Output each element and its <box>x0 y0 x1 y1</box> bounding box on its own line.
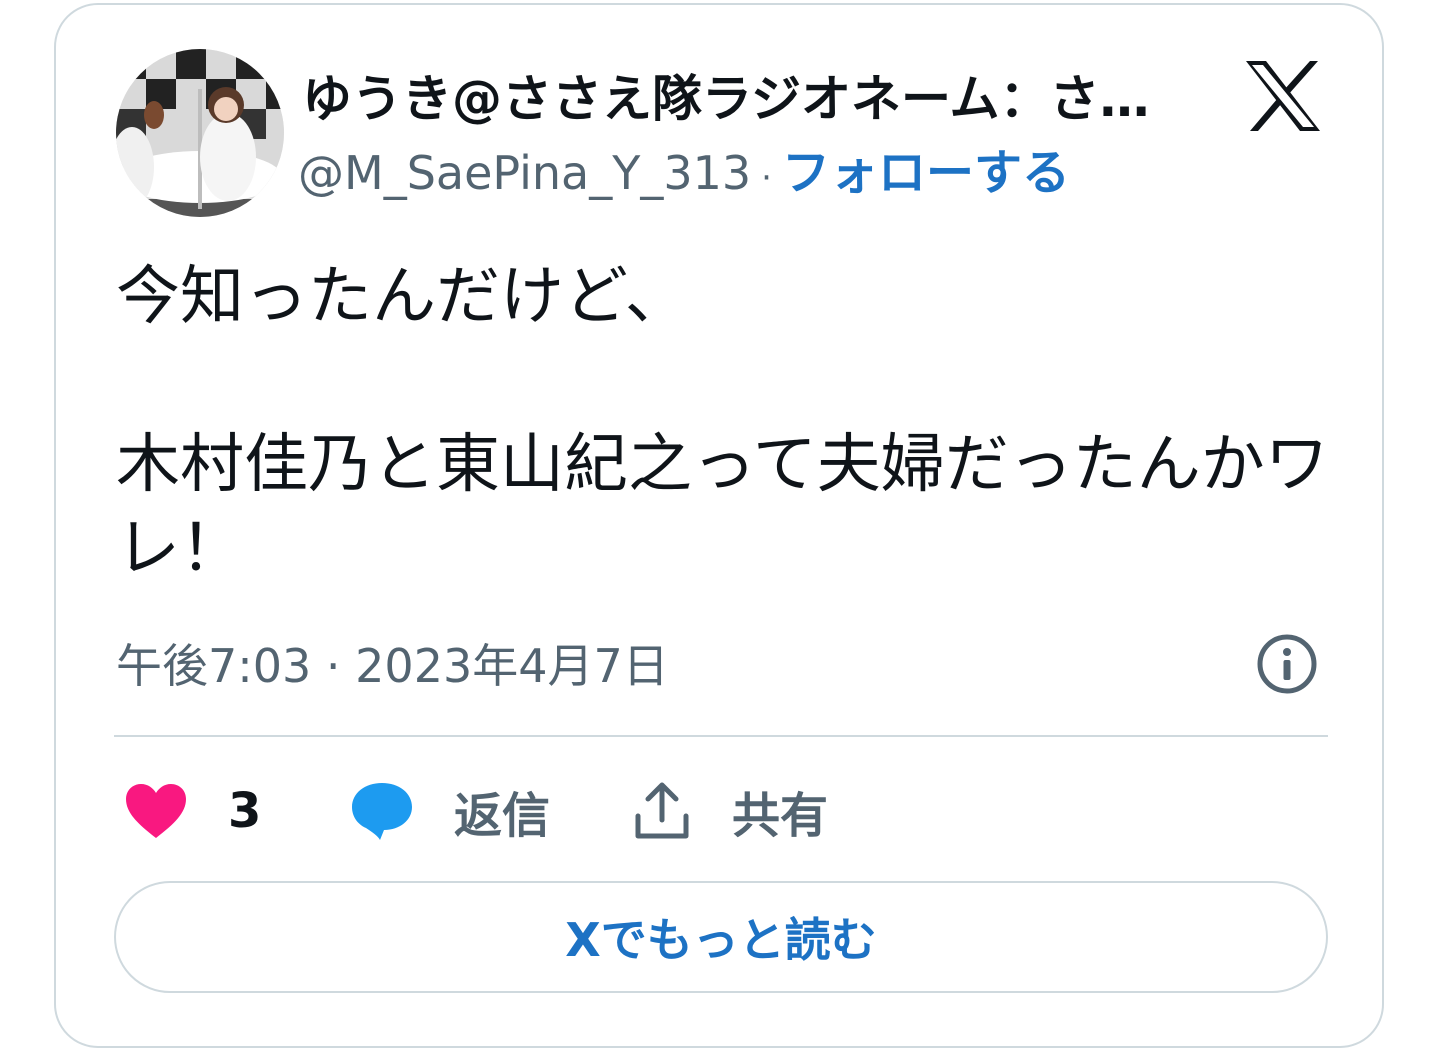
tweet-actions: 3 返信 共有 <box>124 773 1024 849</box>
info-icon[interactable] <box>1256 633 1318 695</box>
author-avatar[interactable] <box>116 49 284 217</box>
like-button[interactable]: 3 <box>124 773 261 849</box>
tweet-timestamp[interactable]: 午後7:03 · 2023年4月7日 <box>116 635 669 697</box>
separator-dot: · <box>761 158 772 198</box>
share-button[interactable]: 共有 <box>632 773 828 849</box>
heart-icon <box>126 784 186 838</box>
read-more-on-x-button[interactable]: Xでもっと読む <box>114 881 1328 993</box>
avatar-photo <box>116 49 284 217</box>
share-label: 共有 <box>732 788 829 844</box>
author-handle[interactable]: @M_SaePina_Y_313 <box>298 146 751 200</box>
like-count: 3 <box>228 783 262 839</box>
reply-label: 返信 <box>454 788 551 844</box>
author-handle-row: @M_SaePina_Y_313 · フォローする <box>298 141 1070 210</box>
follow-button[interactable]: フォローする <box>782 145 1070 201</box>
tweet-text: 今知ったんだけど、 木村佳乃と東山紀之って夫婦だったんかワレ！ <box>116 260 1329 586</box>
author-name[interactable]: ゆうき@ささえ隊ラジオネーム：さ… <box>302 65 1182 133</box>
speech-bubble-icon <box>352 783 412 840</box>
divider <box>114 735 1328 737</box>
reply-button[interactable]: 返信 <box>350 773 550 849</box>
upload-arrow-icon <box>635 782 689 839</box>
x-logo-icon[interactable] <box>1244 59 1322 133</box>
embedded-tweet-card: ゆうき@ささえ隊ラジオネーム：さ… @M_SaePina_Y_313 · フォローす… <box>54 3 1384 1048</box>
